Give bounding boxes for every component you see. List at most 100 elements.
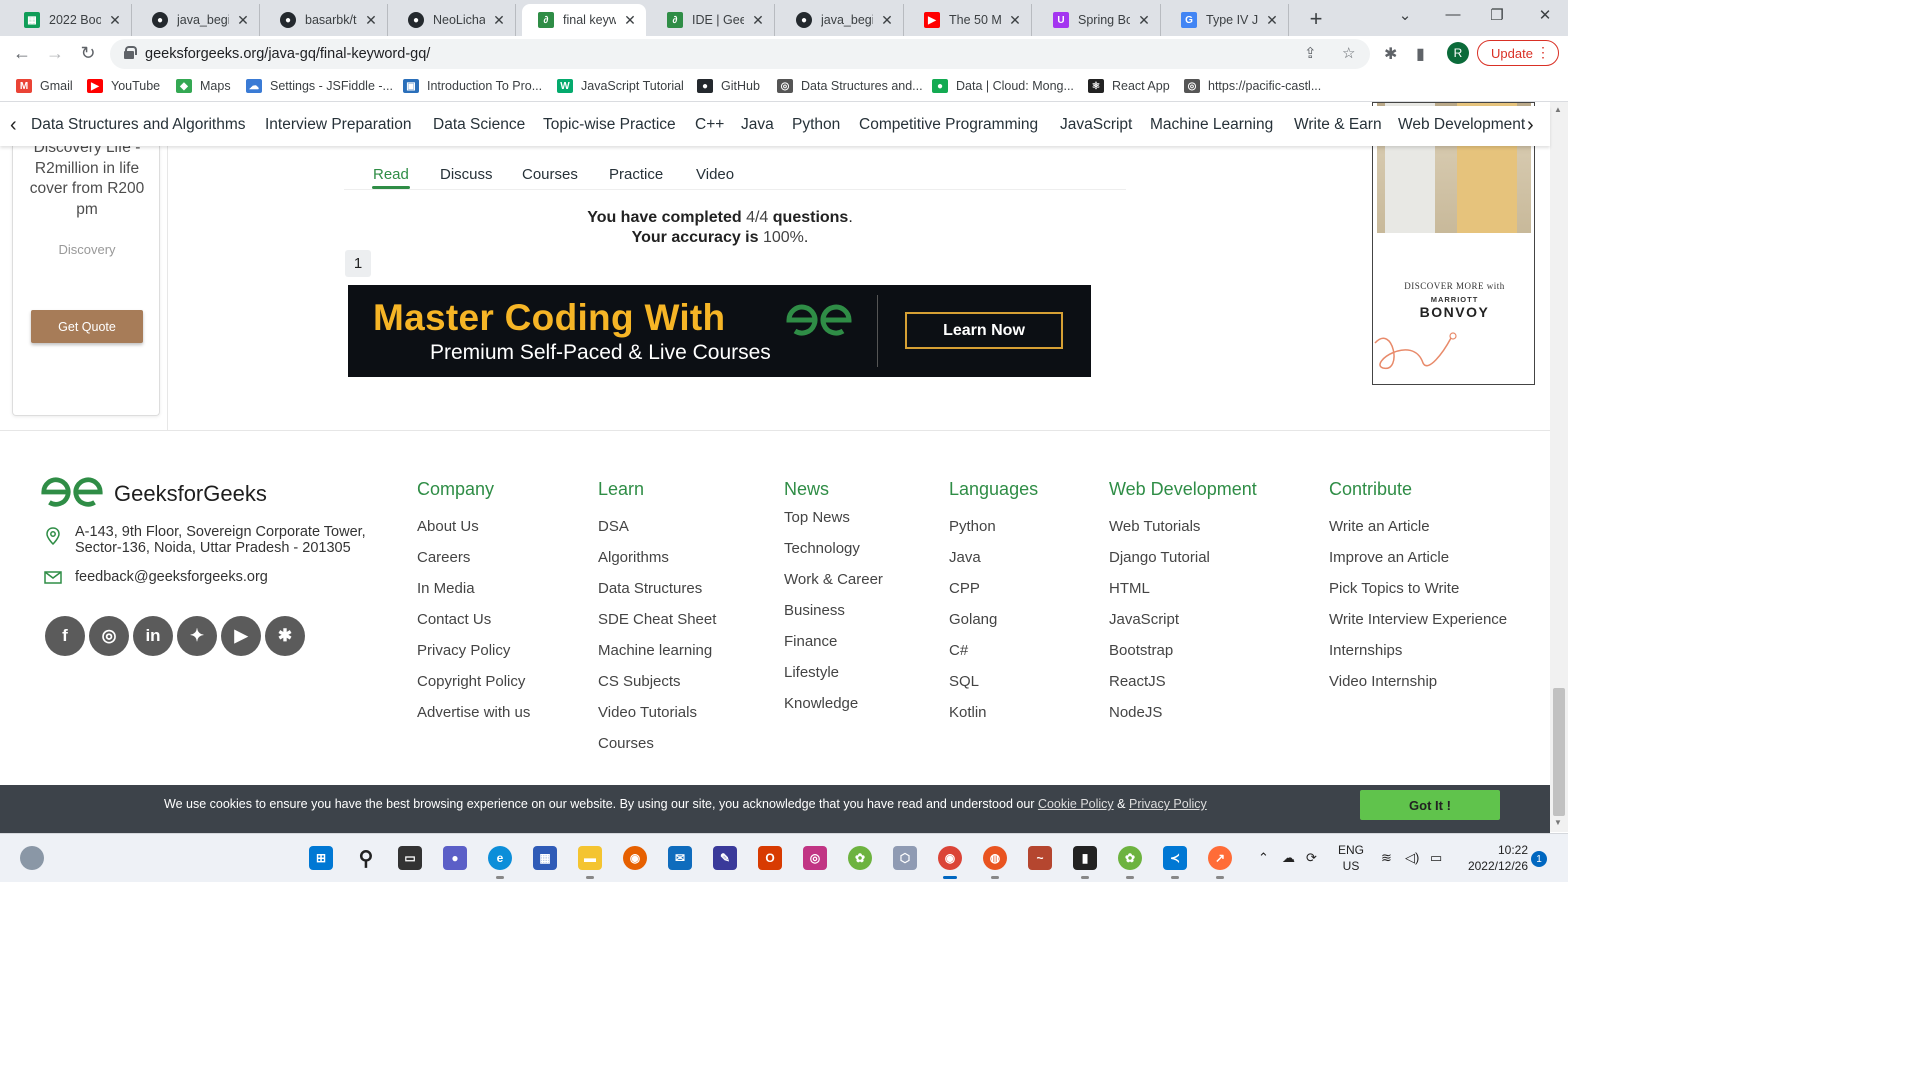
scroll-up-icon[interactable]: ▲ [1554,105,1562,114]
footer-link[interactable]: Web Tutorials [1109,518,1200,535]
tab-close-icon[interactable]: ✕ [107,12,123,29]
footer-link[interactable]: JavaScript [1109,611,1179,628]
footer-link[interactable]: Top News [784,509,850,526]
spring-tool-icon[interactable]: ✿ [848,846,872,870]
linkedin-icon[interactable]: in [133,616,173,656]
got-it-button[interactable]: Got It ! [1360,790,1500,820]
footer-link[interactable]: Data Structures [598,580,702,597]
bookmark-item[interactable]: ◎ https://pacific-castl... [1184,79,1321,93]
courses-banner[interactable]: Master Coding With Premium Self-Paced & … [348,285,1091,377]
wifi-icon[interactable]: ≋ [1381,850,1392,866]
menu-dots-icon[interactable]: ⋮ [1536,44,1550,61]
footer-link[interactable]: ReactJS [1109,673,1166,690]
tab-close-icon[interactable]: ✕ [750,12,766,29]
tray-chevron-icon[interactable]: ⌃ [1258,850,1269,866]
footer-link[interactable]: Improve an Article [1329,549,1449,566]
browser-tab[interactable]: ● basarbk/td ✕ [264,4,388,36]
tray-sync-icon[interactable]: ⟳ [1306,850,1317,866]
browser-tab[interactable]: ● java_beginn ✕ [780,4,904,36]
tab-close-icon[interactable]: ✕ [1264,12,1280,29]
footer-link[interactable]: Java [949,549,981,566]
nav-scroll-left-icon[interactable]: ‹ [10,114,17,137]
nav-item[interactable]: JavaScript [1060,116,1132,134]
tab-practice[interactable]: Practice [609,166,663,183]
footer-link[interactable]: Lifestyle [784,664,839,681]
discovery-ad[interactable]: Discovery Life - R2million in life cover… [12,139,160,416]
extensions-icon[interactable]: ✱ [1384,44,1397,64]
footer-link[interactable]: CS Subjects [598,673,681,690]
footer-link[interactable]: Privacy Policy [417,642,510,659]
tab-close-icon[interactable]: ✕ [1007,12,1023,29]
footer-link[interactable]: SDE Cheat Sheet [598,611,716,628]
back-icon[interactable]: ← [11,43,33,64]
profile-avatar[interactable]: R [1447,42,1469,64]
nav-item[interactable]: Interview Preparation [265,116,411,134]
tab-read[interactable]: Read [373,166,409,183]
tab-discuss[interactable]: Discuss [440,166,493,183]
nav-item[interactable]: Web Development [1398,116,1525,134]
nav-item[interactable]: Machine Learning [1150,116,1273,134]
footer-link[interactable]: Bootstrap [1109,642,1173,659]
footer-link[interactable]: In Media [417,580,475,597]
tab-search-chevron-icon[interactable]: ⌄ [1390,6,1420,24]
twitter-icon[interactable]: ✦ [177,616,217,656]
bookmark-item[interactable]: ◆ Maps [176,79,231,93]
footer-brand-name[interactable]: GeeksforGeeks [114,481,267,507]
battery-icon[interactable]: ▭ [1430,850,1442,866]
get-quote-button[interactable]: Get Quote [31,310,143,343]
file-explorer-icon[interactable]: ▬ [578,846,602,879]
notification-badge[interactable]: 1 [1531,851,1547,867]
footer-link[interactable]: Golang [949,611,997,628]
bookmark-star-icon[interactable]: ☆ [1342,44,1355,62]
nav-item[interactable]: Data Science [433,116,525,134]
side-panel-icon[interactable]: ▮ [1416,44,1425,64]
cookie-policy-link[interactable]: Cookie Policy [1038,797,1114,811]
volume-icon[interactable]: ◁) [1405,850,1419,866]
footer-link[interactable]: Write an Article [1329,518,1430,535]
browser-tab[interactable]: ● java_beginn ✕ [136,4,260,36]
footer-link[interactable]: C# [949,642,968,659]
footer-link[interactable]: Pick Topics to Write [1329,580,1459,597]
update-button[interactable]: Update ⋮ [1477,40,1559,66]
privacy-policy-link[interactable]: Privacy Policy [1129,797,1207,811]
tab-close-icon[interactable]: ✕ [879,12,895,29]
mail-app-icon[interactable]: ✉ [668,846,692,870]
store-icon[interactable]: ▦ [533,846,557,870]
bookmark-item[interactable]: ▶ YouTube [87,79,160,93]
nav-scroll-right-icon[interactable]: › [1527,114,1534,137]
footer-link[interactable]: Machine learning [598,642,712,659]
url-text[interactable]: geeksforgeeks.org/java-gq/final-keyword-… [145,46,430,62]
footer-link[interactable]: Kotlin [949,704,987,721]
maximize-icon[interactable]: ❐ [1482,6,1512,24]
forward-icon[interactable]: → [44,43,66,64]
vscode-icon[interactable]: ≺ [1163,846,1187,879]
bookmark-item[interactable]: ● GitHub [697,79,760,93]
footer-link[interactable]: Copyright Policy [417,673,525,690]
java-app-icon[interactable]: ~ [1028,846,1052,870]
learn-now-button[interactable]: Learn Now [905,312,1063,349]
browser-tab[interactable]: ▶ The 50 Mos ✕ [908,4,1032,36]
tab-close-icon[interactable]: ✕ [622,12,638,29]
footer-link[interactable]: Business [784,602,845,619]
search-icon[interactable]: ⚲ [354,846,378,870]
browser-tab[interactable]: ● NeoLichaba ✕ [392,4,516,36]
new-tab-icon[interactable]: + [1304,6,1328,32]
nav-item[interactable]: Topic-wise Practice [543,116,676,134]
footer-link[interactable]: Contact Us [417,611,491,628]
footer-link[interactable]: About Us [417,518,479,535]
footer-link[interactable]: Write Interview Experience [1329,611,1507,628]
question-number-button[interactable]: 1 [345,250,371,277]
footer-link[interactable]: CPP [949,580,980,597]
weather-widget-icon[interactable] [20,846,44,870]
firefox-icon[interactable]: ◉ [623,846,647,870]
tab-close-icon[interactable]: ✕ [1136,12,1152,29]
tab-courses[interactable]: Courses [522,166,578,183]
browser-tab[interactable]: G Type IV JDB ✕ [1165,4,1289,36]
footer-link[interactable]: NodeJS [1109,704,1162,721]
office-icon[interactable]: O [758,846,782,870]
bookmark-item[interactable]: ● Data | Cloud: Mong... [932,79,1074,93]
footer-email[interactable]: feedback@geeksforgeeks.org [75,569,268,585]
footer-link[interactable]: Work & Career [784,571,883,588]
nav-item[interactable]: C++ [695,116,724,134]
hex-app-icon[interactable]: ⬡ [893,846,917,870]
